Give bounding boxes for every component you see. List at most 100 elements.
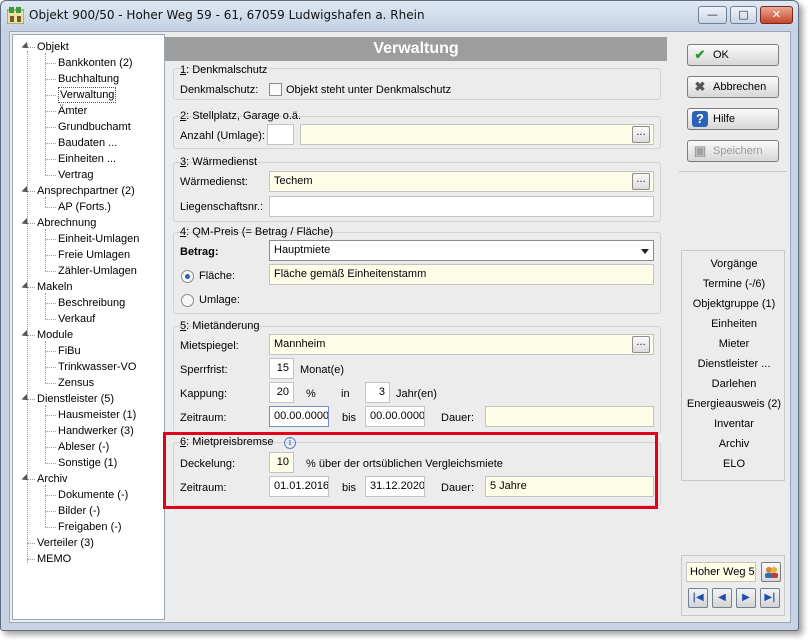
- navigation-tree[interactable]: Objekt Bankkonten (2) Buchhaltung Verwaltun…: [12, 34, 165, 620]
- anzahl-umlage-input[interactable]: [267, 124, 294, 145]
- tree-item[interactable]: Objekt: [37, 39, 69, 55]
- tree-item[interactable]: Einheit-Umlagen: [58, 231, 139, 247]
- speichern-button[interactable]: ▣ Speichern: [687, 140, 779, 162]
- kappung-unit: %: [306, 388, 316, 400]
- first-record-button[interactable]: |◀: [688, 588, 708, 608]
- tree-item[interactable]: Verwaltung: [58, 87, 117, 103]
- side-link[interactable]: Termine (-/6): [682, 277, 786, 291]
- previous-record-button[interactable]: ◀: [712, 588, 732, 608]
- side-link[interactable]: Dienstleister ...: [682, 357, 786, 371]
- tree-item[interactable]: Zähler-Umlagen: [58, 263, 137, 279]
- side-link[interactable]: Mieter: [682, 337, 786, 351]
- dauer-input[interactable]: [485, 406, 654, 427]
- betrag-select[interactable]: Hauptmiete: [269, 240, 654, 261]
- umlage-radio[interactable]: [181, 294, 194, 307]
- tree-connector: [45, 255, 56, 256]
- tree-item[interactable]: Verkauf: [58, 311, 95, 327]
- flaeche-radio[interactable]: [181, 270, 194, 283]
- tree-connector: [45, 527, 56, 528]
- tree-connector: [45, 485, 46, 527]
- tree-item[interactable]: Handwerker (3): [58, 423, 134, 439]
- expand-arrow-icon[interactable]: [21, 185, 31, 196]
- sperrfrist-input[interactable]: 15: [269, 358, 294, 379]
- mietspiegel-browse-button[interactable]: ...: [632, 336, 650, 353]
- tree-item[interactable]: Dienstleister (5): [37, 391, 114, 407]
- tree-connector: [45, 197, 46, 207]
- expand-arrow-icon[interactable]: [21, 473, 31, 484]
- tree-item[interactable]: Zensus: [58, 375, 94, 391]
- flaeche-label[interactable]: Fläche:: [199, 270, 235, 282]
- expand-arrow-icon[interactable]: [21, 281, 31, 292]
- tree-item[interactable]: Sonstige (1): [58, 455, 117, 471]
- tree-item[interactable]: Beschreibung: [58, 295, 125, 311]
- tree-connector: [45, 207, 56, 208]
- zeitraum-bis-label: bis: [342, 412, 357, 424]
- tree-item[interactable]: Grundbuchamt: [58, 119, 131, 135]
- tree-item[interactable]: Baudaten ...: [58, 135, 117, 151]
- tree-item[interactable]: Ämter: [58, 103, 87, 119]
- tree-item[interactable]: Buchhaltung: [58, 71, 119, 87]
- tree-item[interactable]: Einheiten ...: [58, 151, 116, 167]
- side-link[interactable]: ELO: [682, 457, 786, 471]
- jahre-input[interactable]: 3: [365, 382, 390, 403]
- tree-item[interactable]: Dokumente (-): [58, 487, 128, 503]
- liegenschaftsnr-input[interactable]: [269, 196, 654, 217]
- flaeche-input[interactable]: Fläche gemäß Einheitenstamm: [269, 264, 654, 285]
- maximize-button[interactable]: □: [730, 6, 757, 24]
- umlage-browse-button[interactable]: ...: [632, 126, 650, 143]
- tree-connector: [27, 51, 28, 563]
- record-field[interactable]: Hoher Weg 5: [686, 562, 756, 582]
- zeitraum-von-input[interactable]: 00.00.0000: [269, 406, 329, 427]
- zeitraum-bis-input[interactable]: 00.00.0000: [365, 406, 425, 427]
- close-button[interactable]: ✕: [760, 6, 793, 24]
- side-link[interactable]: Energieausweis (2): [682, 397, 786, 411]
- tree-item[interactable]: Bilder (-): [58, 503, 100, 519]
- umlage-label[interactable]: Umlage:: [199, 294, 240, 306]
- tree-item[interactable]: Ansprechpartner (2): [37, 183, 135, 199]
- side-link[interactable]: Inventar: [682, 417, 786, 431]
- side-link[interactable]: Archiv: [682, 437, 786, 451]
- tree-item[interactable]: Vertrag: [58, 167, 93, 183]
- expand-arrow-icon[interactable]: [21, 393, 31, 404]
- waermedienst-input[interactable]: Techem: [269, 171, 654, 192]
- last-record-button[interactable]: ▶|: [760, 588, 780, 608]
- people-icon: [765, 567, 778, 578]
- tree-item[interactable]: FiBu: [58, 343, 81, 359]
- mietspiegel-input[interactable]: Mannheim: [269, 334, 654, 355]
- title-bar[interactable]: Objekt 900/50 - Hoher Weg 59 - 61, 67059…: [1, 1, 798, 30]
- sperrfrist-unit: Monat(e): [300, 364, 345, 376]
- denkmalschutz-checkbox-label[interactable]: Objekt steht unter Denkmalschutz: [286, 84, 451, 96]
- side-link[interactable]: Objektgruppe (1): [682, 297, 786, 311]
- ok-button[interactable]: ✔ OK: [687, 44, 779, 66]
- side-link[interactable]: Einheiten: [682, 317, 786, 331]
- tree-connector: [45, 495, 56, 496]
- window-title: Objekt 900/50 - Hoher Weg 59 - 61, 67059…: [29, 8, 425, 22]
- tree-item[interactable]: Verteiler (3): [37, 535, 94, 551]
- tree-item[interactable]: AP (Forts.): [58, 199, 111, 215]
- tree-item[interactable]: Bankkonten (2): [58, 55, 133, 71]
- denkmalschutz-checkbox[interactable]: [269, 83, 282, 96]
- expand-arrow-icon[interactable]: [21, 329, 31, 340]
- next-record-button[interactable]: ▶: [736, 588, 756, 608]
- tree-item[interactable]: Hausmeister (1): [58, 407, 136, 423]
- tree-item[interactable]: Ableser (-): [58, 439, 109, 455]
- expand-arrow-icon[interactable]: [21, 41, 31, 52]
- tree-item[interactable]: MEMO: [37, 551, 71, 567]
- hilfe-button[interactable]: ? Hilfe: [687, 108, 779, 130]
- minimize-button[interactable]: —: [698, 6, 727, 24]
- page-title: Verwaltung: [165, 37, 667, 61]
- waermedienst-browse-button[interactable]: ...: [632, 173, 650, 190]
- tree-item[interactable]: Module: [37, 327, 73, 343]
- tree-item[interactable]: Freie Umlagen: [58, 247, 130, 263]
- side-link[interactable]: Darlehen: [682, 377, 786, 391]
- umlage-input[interactable]: [300, 124, 654, 145]
- tree-item[interactable]: Makeln: [37, 279, 72, 295]
- side-link[interactable]: Vorgänge: [682, 257, 786, 271]
- tree-item[interactable]: Freigaben (-): [58, 519, 122, 535]
- expand-arrow-icon[interactable]: [21, 217, 31, 228]
- tree-item[interactable]: Archiv: [37, 471, 68, 487]
- abbrechen-button[interactable]: ✖ Abbrechen: [687, 76, 779, 98]
- tree-item[interactable]: Trinkwasser-VO: [58, 359, 136, 375]
- kappung-input[interactable]: 20: [269, 382, 294, 403]
- contacts-button[interactable]: [761, 562, 781, 582]
